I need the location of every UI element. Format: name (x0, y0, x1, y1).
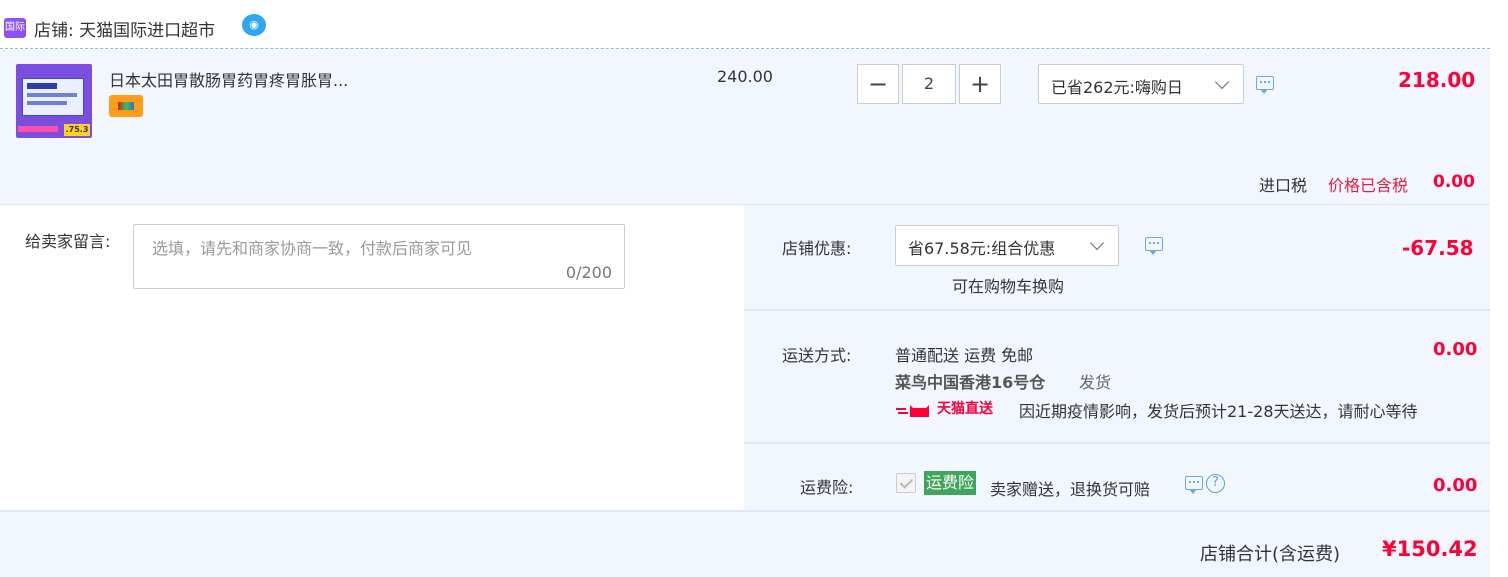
shop-total-value: ¥150.42 (1382, 537, 1478, 561)
item-subtotal: 218.00 (1398, 68, 1476, 92)
insurance-badge: 运费险 (924, 471, 977, 495)
insurance-description: 卖家赠送，退换货可赔 (990, 480, 1151, 499)
shop-discount-value: 省67.58元:组合优惠 (908, 239, 1056, 258)
help-icon[interactable]: ? (1206, 474, 1225, 493)
insurance-checkbox[interactable] (896, 473, 916, 493)
exchange-note[interactable]: 可在购物车换购 (952, 273, 1064, 297)
tmall-cat-icon (896, 402, 934, 417)
shipping-fee: 0.00 (1433, 339, 1478, 360)
shop-discount-amount: -67.58 (1402, 236, 1474, 260)
item-promotion-select[interactable]: 已省262元:嗨购日 (1038, 64, 1244, 104)
shop-discount-select[interactable]: 省67.58元:组合优惠 (895, 225, 1119, 266)
ship-from-word: 发货 (1079, 373, 1112, 392)
product-name[interactable]: 日本太田胃散肠胃药胃疼胃胀胃... (109, 67, 348, 91)
tmall-direct-label: 天猫直送 (937, 401, 993, 417)
tax-included-note: 价格已含税 (1328, 176, 1409, 195)
shipping-method-label: 运送方式: (782, 346, 852, 365)
credit-card-icon (109, 95, 143, 117)
warehouse-name: 菜鸟中国香港16号仓 (895, 373, 1046, 392)
unit-price: 240.00 (717, 67, 773, 86)
divider (744, 442, 1490, 444)
seller-message-label: 给卖家留言: (25, 232, 111, 251)
international-badge-icon: 国际 (4, 18, 26, 38)
divider (0, 48, 1490, 49)
item-promotion-value: 已省262元:嗨购日 (1051, 78, 1183, 97)
quantity-increase-button[interactable]: + (959, 64, 1001, 104)
comment-icon[interactable] (1256, 76, 1274, 94)
shop-header (0, 0, 1508, 48)
product-image-tag: .75.3 (64, 124, 90, 136)
insurance-fee: 0.00 (1433, 475, 1478, 496)
chevron-down-icon (1214, 74, 1230, 90)
character-counter: 0/200 (565, 263, 612, 282)
seller-message-input[interactable]: 选填，请先和商家协商一致，付款后商家可见 0/200 (133, 224, 625, 289)
shipping-method: 普通配送 运费 免邮 (895, 346, 1034, 365)
shop-name[interactable]: 店铺: 天猫国际进口超市 (34, 16, 215, 41)
comment-icon[interactable] (1185, 476, 1203, 494)
import-tax-value: 0.00 (1433, 172, 1475, 192)
comment-icon[interactable] (1145, 237, 1163, 255)
chevron-down-icon (1089, 235, 1105, 251)
chat-wangwang-icon[interactable]: ◉ (242, 14, 266, 36)
product-image[interactable]: .75.3 (16, 64, 92, 138)
import-tax-label: 进口税 (1259, 176, 1308, 195)
quantity-input[interactable]: 2 (902, 64, 956, 104)
shop-discount-label: 店铺优惠: (782, 239, 852, 258)
divider (744, 309, 1490, 311)
shipping-insurance-label: 运费险: (800, 478, 854, 497)
shop-total-label: 店铺合计(含运费) (1200, 544, 1341, 565)
shipping-notice: 因近期疫情影响，发货后预计21-28天送达，请耐心等待 (1019, 402, 1418, 421)
seller-message-placeholder: 选填，请先和商家协商一致，付款后商家可见 (152, 239, 473, 258)
quantity-decrease-button[interactable]: − (857, 64, 899, 104)
